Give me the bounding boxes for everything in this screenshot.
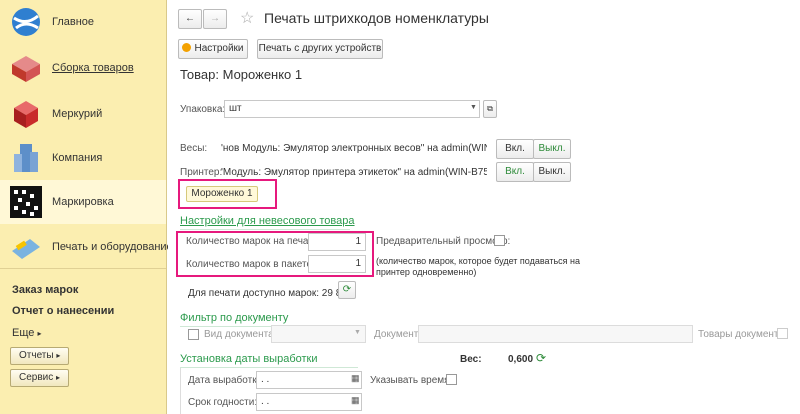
sidebar-divider <box>0 268 166 269</box>
expiry-field[interactable]: . . <box>256 393 362 411</box>
marks-to-print-field[interactable]: 1 <box>308 233 366 251</box>
service-button-label: Сервис <box>19 372 54 383</box>
product-tab-button[interactable]: Мороженко 1 <box>186 186 258 202</box>
packaging-label: Упаковка: <box>180 104 226 115</box>
specify-time-label: Указывать время: <box>370 375 453 386</box>
sidebar: Главное Сборка товаров Меркурий Компания… <box>0 0 173 414</box>
building-icon <box>14 144 38 172</box>
reports-button-label: Отчеты <box>19 350 54 361</box>
printer-off-button[interactable]: Выкл. <box>533 162 571 182</box>
product-title: Товар: Мороженко 1 <box>180 67 303 82</box>
doc-type-field[interactable] <box>271 325 366 343</box>
back-button[interactable]: ← <box>178 9 202 29</box>
box-icon <box>12 56 40 82</box>
calendar-icon[interactable]: ▦ <box>351 373 360 384</box>
forward-button[interactable]: → <box>203 9 227 29</box>
sidebar-item-label: Главное <box>52 16 95 28</box>
printer-value[interactable]: 'Модуль: Эмулятор принтера этикеток" на … <box>221 167 487 178</box>
scales-on-button[interactable]: Вкл. <box>496 139 534 159</box>
expiry-label: Срок годности: <box>188 397 258 408</box>
scales-value[interactable]: 'нов Модуль: Эмулятор электронных весов"… <box>221 143 487 154</box>
production-date-label: Дата выработки: <box>188 375 265 386</box>
nonweight-section-title[interactable]: Настройки для невесового товара <box>180 215 355 227</box>
star-icon[interactable]: ☆ <box>240 8 254 28</box>
datamatrix-icon <box>10 186 42 218</box>
refresh-button[interactable]: ⟳ <box>338 281 356 299</box>
sidebar-item-mercury[interactable]: Меркурий <box>0 92 166 136</box>
printer-icon <box>12 239 40 259</box>
sidebar-item-main[interactable]: Главное <box>0 0 166 44</box>
specify-time-checkbox[interactable] <box>446 374 457 385</box>
sidebar-item-label: Маркировка <box>52 196 114 208</box>
doc-goods-label: Товары документа: <box>698 329 787 340</box>
sidebar-item-label: Компания <box>52 152 103 164</box>
doc-type-checkbox[interactable] <box>188 329 199 340</box>
service-button[interactable]: Сервис ▸ <box>10 369 70 387</box>
caret-right-icon: ▸ <box>56 373 61 382</box>
cube-icon <box>14 101 38 128</box>
sidebar-item-print-equipment[interactable]: Печать и оборудование <box>0 225 173 269</box>
reports-button[interactable]: Отчеты ▸ <box>10 347 70 365</box>
marks-in-pack-field[interactable]: 1 <box>308 255 366 273</box>
preview-label: Предварительный просмотр: <box>376 236 511 247</box>
sidebar-more[interactable]: Еще ▸ <box>12 327 41 339</box>
caret-right-icon: ▸ <box>37 329 42 338</box>
sidebar-item-label: Печать и оборудование <box>52 241 173 253</box>
settings-button[interactable]: Настройки <box>178 39 248 59</box>
packaging-field[interactable]: шт <box>224 100 480 118</box>
weight-label: Вес: <box>460 354 482 365</box>
refresh-weight-icon[interactable]: ⟳ <box>536 351 546 365</box>
weight-value: 0,600 <box>508 354 534 365</box>
sidebar-item-label: Сборка товаров <box>52 62 134 74</box>
available-marks-label: Для печати доступно марок: 29 885 <box>188 288 353 299</box>
printer-label: Принтер: <box>180 167 223 178</box>
sidebar-item-label: Меркурий <box>52 108 103 120</box>
caret-right-icon: ▸ <box>56 351 61 360</box>
open-link-button[interactable]: ⧉ <box>483 100 497 118</box>
globe-icon <box>12 8 40 36</box>
settings-gear-icon <box>182 43 192 52</box>
doc-goods-checkbox[interactable] <box>777 328 788 339</box>
dropdown-caret-icon[interactable]: ▼ <box>470 104 477 111</box>
doc-type-label: Вид документа: <box>204 329 277 340</box>
printer-on-button[interactable]: Вкл. <box>496 162 534 182</box>
settings-button-label: Настройки <box>194 43 244 54</box>
section-divider <box>180 367 358 368</box>
main-panel: ← → ☆ Печать штрихкодов номенклатуры Нас… <box>168 0 800 414</box>
print-other-devices-button[interactable]: Печать с других устройств <box>257 39 383 59</box>
marks-in-pack-label: Количество марок в пакете: <box>186 259 315 270</box>
marks-to-print-label: Количество марок на печать: <box>186 236 321 247</box>
section-left-border <box>180 368 181 414</box>
sidebar-more-label: Еще <box>12 327 35 339</box>
sidebar-link-application-report[interactable]: Отчет о нанесении <box>12 305 114 317</box>
calendar-icon[interactable]: ▦ <box>351 395 360 406</box>
sidebar-item-assembly[interactable]: Сборка товаров <box>0 46 166 90</box>
sidebar-link-order-marks[interactable]: Заказ марок <box>12 284 78 296</box>
filter-section-title: Фильтр по документу <box>180 312 289 324</box>
preview-checkbox[interactable] <box>494 235 505 246</box>
page-title: Печать штрихкодов номенклатуры <box>264 10 489 26</box>
section-divider <box>180 229 350 230</box>
arrow-right-icon: → <box>210 13 220 24</box>
scales-label: Весы: <box>180 143 208 154</box>
production-date-field[interactable]: . . <box>256 371 362 389</box>
dropdown-caret-icon[interactable]: ▼ <box>354 329 361 336</box>
scales-off-button[interactable]: Выкл. <box>533 139 571 159</box>
document-label: Документ: <box>374 329 422 340</box>
link-icon: ⧉ <box>487 104 493 113</box>
refresh-icon: ⟳ <box>342 284 352 295</box>
pack-note: (количество марок, которое будет подават… <box>376 256 580 277</box>
document-field[interactable] <box>418 325 693 343</box>
production-section-title: Установка даты выработки <box>180 353 318 365</box>
sidebar-item-marking[interactable]: Маркировка <box>0 180 166 224</box>
sidebar-item-company[interactable]: Компания <box>0 136 166 180</box>
arrow-left-icon: ← <box>185 13 195 24</box>
